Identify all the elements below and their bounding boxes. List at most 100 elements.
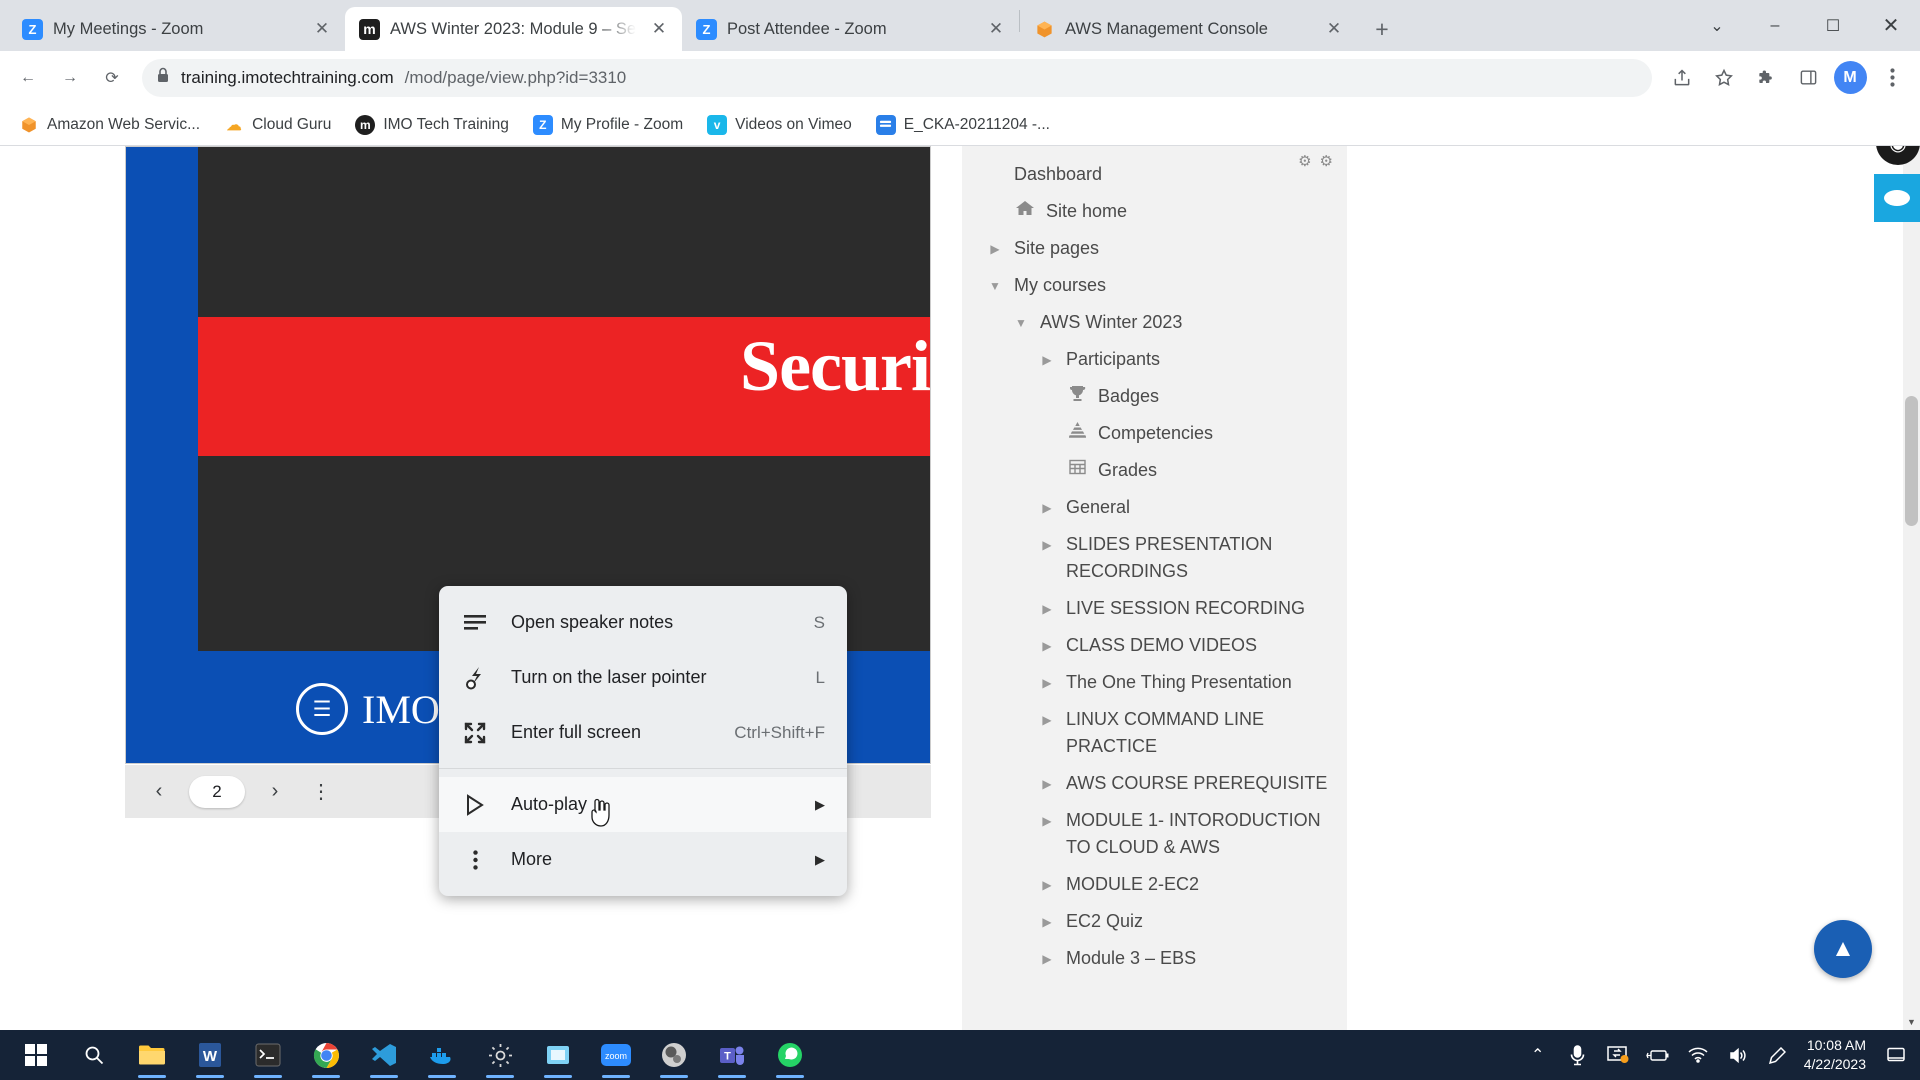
page-scrollbar-thumb[interactable] bbox=[1905, 396, 1918, 526]
microphone-icon[interactable] bbox=[1558, 1030, 1598, 1080]
chevron-down-icon[interactable]: ▼ bbox=[986, 272, 1004, 295]
course-nav-item[interactable]: ▶ AWS COURSE PREREQUISITE bbox=[962, 765, 1347, 802]
taskbar-clock[interactable]: 10:08 AM 4/22/2023 bbox=[1798, 1036, 1878, 1074]
chevron-right-icon[interactable]: ▶ bbox=[1038, 908, 1056, 931]
bookmark-item[interactable]: E_CKA-20211204 -... bbox=[867, 110, 1059, 140]
back-icon[interactable]: ← bbox=[8, 58, 48, 98]
star-icon[interactable] bbox=[1704, 58, 1744, 98]
taskbar-chrome[interactable] bbox=[298, 1030, 354, 1080]
scroll-down-icon[interactable]: ▼ bbox=[1905, 1017, 1918, 1027]
chevron-right-icon[interactable]: ▶ bbox=[1038, 871, 1056, 894]
browser-tab-1[interactable]: Z My Meetings - Zoom ✕ bbox=[8, 7, 345, 51]
pen-icon[interactable] bbox=[1758, 1030, 1798, 1080]
slide-options-button[interactable]: ⋮ bbox=[305, 776, 337, 808]
course-nav-item[interactable]: Site home bbox=[962, 193, 1347, 230]
taskbar-snipping-tool[interactable] bbox=[530, 1030, 586, 1080]
chevron-right-icon[interactable]: ▶ bbox=[1038, 346, 1056, 369]
menu-item-auto-play[interactable]: Auto-play ▶ bbox=[439, 777, 847, 832]
slide-page-number[interactable]: 2 bbox=[189, 775, 245, 808]
taskbar-zoom[interactable]: zoom bbox=[588, 1030, 644, 1080]
taskbar-start-button[interactable] bbox=[8, 1030, 64, 1080]
maximize-button[interactable]: ☐ bbox=[1804, 0, 1862, 51]
chevron-right-icon[interactable]: ▶ bbox=[1038, 807, 1056, 830]
avatar[interactable]: M bbox=[1830, 58, 1870, 98]
taskbar-word[interactable]: W bbox=[182, 1030, 238, 1080]
next-slide-button[interactable]: › bbox=[259, 776, 291, 808]
back-to-top-button[interactable]: ▲ bbox=[1814, 920, 1872, 978]
wifi-icon[interactable] bbox=[1678, 1030, 1718, 1080]
chevron-right-icon[interactable]: ▶ bbox=[1038, 632, 1056, 655]
minimize-button[interactable]: – bbox=[1746, 0, 1804, 51]
bookmark-item[interactable]: m IMO Tech Training bbox=[346, 110, 518, 140]
browser-tab-3[interactable]: Z Post Attendee - Zoom ✕ bbox=[682, 7, 1019, 51]
chevron-right-icon[interactable]: ▶ bbox=[986, 235, 1004, 258]
taskbar-docker[interactable] bbox=[414, 1030, 470, 1080]
close-icon[interactable]: ✕ bbox=[646, 16, 672, 42]
bookmark-item[interactable]: Amazon Web Servic... bbox=[10, 110, 209, 140]
course-nav-item[interactable]: ▶ Module 3 – EBS bbox=[962, 940, 1347, 977]
course-nav-item[interactable]: Dashboard bbox=[962, 156, 1347, 193]
course-nav-item[interactable]: ▶ SLIDES PRESENTATION RECORDINGS bbox=[962, 526, 1347, 590]
chevron-down-icon[interactable]: ▼ bbox=[1012, 309, 1030, 332]
show-hidden-icons-icon[interactable]: ⌃ bbox=[1518, 1030, 1558, 1080]
course-nav-item[interactable]: Grades bbox=[962, 452, 1347, 489]
kebab-menu-icon[interactable] bbox=[1872, 58, 1912, 98]
bookmark-item[interactable]: Z My Profile - Zoom bbox=[524, 110, 692, 140]
notification-center-icon[interactable] bbox=[1878, 1030, 1914, 1080]
course-nav-item[interactable]: ▶ MODULE 1- INTORODUCTION TO CLOUD & AWS bbox=[962, 802, 1347, 866]
reload-icon[interactable]: ⟳ bbox=[92, 58, 132, 98]
screen-share-icon[interactable] bbox=[1598, 1030, 1638, 1080]
side-panel-icon[interactable] bbox=[1788, 58, 1828, 98]
share-icon[interactable] bbox=[1662, 58, 1702, 98]
menu-item-open-speaker-notes[interactable]: Open speaker notes S bbox=[439, 595, 847, 650]
taskbar-terminal[interactable] bbox=[240, 1030, 296, 1080]
course-nav-item[interactable]: ▼ My courses bbox=[962, 267, 1347, 304]
taskbar-teams[interactable]: T bbox=[704, 1030, 760, 1080]
menu-item-enter-full-screen[interactable]: Enter full screen Ctrl+Shift+F bbox=[439, 705, 847, 760]
chevron-right-icon[interactable]: ▶ bbox=[1038, 531, 1056, 554]
battery-icon[interactable] bbox=[1638, 1030, 1678, 1080]
course-nav-item[interactable]: ▶ EC2 Quiz bbox=[962, 903, 1347, 940]
chevron-right-icon[interactable]: ▶ bbox=[1038, 706, 1056, 729]
block-action-icons[interactable]: ⚙ ⚙ bbox=[1298, 152, 1333, 170]
taskbar-vs-code[interactable] bbox=[356, 1030, 412, 1080]
menu-item-turn-on-laser-pointer[interactable]: Turn on the laser pointer L bbox=[439, 650, 847, 705]
forward-icon[interactable]: → bbox=[50, 58, 90, 98]
page-scrollbar[interactable]: ▲ ▼ bbox=[1903, 146, 1920, 1030]
browser-tab-2[interactable]: AWS Winter 2023: Module 9 – Se ✕ bbox=[345, 7, 682, 51]
course-nav-item[interactable]: ▶ LIVE SESSION RECORDING bbox=[962, 590, 1347, 627]
chevron-right-icon[interactable]: ▶ bbox=[1038, 595, 1056, 618]
bookmark-item[interactable]: v Videos on Vimeo bbox=[698, 110, 861, 140]
course-nav-item[interactable]: ▶ The One Thing Presentation bbox=[962, 664, 1347, 701]
course-nav-item[interactable]: Competencies bbox=[962, 415, 1347, 452]
close-icon[interactable]: ✕ bbox=[1321, 16, 1347, 42]
chevron-right-icon[interactable]: ▶ bbox=[1038, 770, 1056, 793]
chevron-right-icon[interactable]: ▶ bbox=[1038, 669, 1056, 692]
course-nav-item[interactable]: ▶ Site pages bbox=[962, 230, 1347, 267]
chevron-right-icon[interactable]: ▶ bbox=[1038, 945, 1056, 968]
close-icon[interactable]: ✕ bbox=[309, 16, 335, 42]
course-nav-item[interactable]: ▶ General bbox=[962, 489, 1347, 526]
browser-tab-4[interactable]: AWS Management Console ✕ bbox=[1020, 7, 1357, 51]
menu-item-more[interactable]: More ▶ bbox=[439, 832, 847, 887]
course-nav-item[interactable]: ▶ MODULE 2-EC2 bbox=[962, 866, 1347, 903]
previous-slide-button[interactable]: ‹ bbox=[143, 776, 175, 808]
taskbar-whatsapp[interactable] bbox=[762, 1030, 818, 1080]
volume-icon[interactable] bbox=[1718, 1030, 1758, 1080]
new-tab-button[interactable]: + bbox=[1365, 12, 1399, 46]
gear-icon[interactable]: ⚙ bbox=[1298, 152, 1311, 170]
close-window-button[interactable]: ✕ bbox=[1862, 0, 1920, 51]
chevron-right-icon[interactable]: ▶ bbox=[1038, 494, 1056, 517]
close-icon[interactable]: ✕ bbox=[983, 16, 1009, 42]
puzzle-icon[interactable] bbox=[1746, 58, 1786, 98]
course-nav-item[interactable]: ▶ CLASS DEMO VIDEOS bbox=[962, 627, 1347, 664]
course-nav-item[interactable]: Badges bbox=[962, 378, 1347, 415]
course-nav-item[interactable]: ▶ Participants bbox=[962, 341, 1347, 378]
taskbar-file-explorer[interactable] bbox=[124, 1030, 180, 1080]
bookmark-item[interactable]: ☁ Cloud Guru bbox=[215, 110, 340, 140]
taskbar-settings[interactable] bbox=[472, 1030, 528, 1080]
dock-icon[interactable]: ⚙ bbox=[1320, 152, 1333, 170]
chat-widget-icon[interactable] bbox=[1874, 174, 1920, 222]
taskbar-obs[interactable] bbox=[646, 1030, 702, 1080]
address-bar[interactable]: training.imotechtraining.com /mod/page/v… bbox=[142, 58, 1652, 97]
